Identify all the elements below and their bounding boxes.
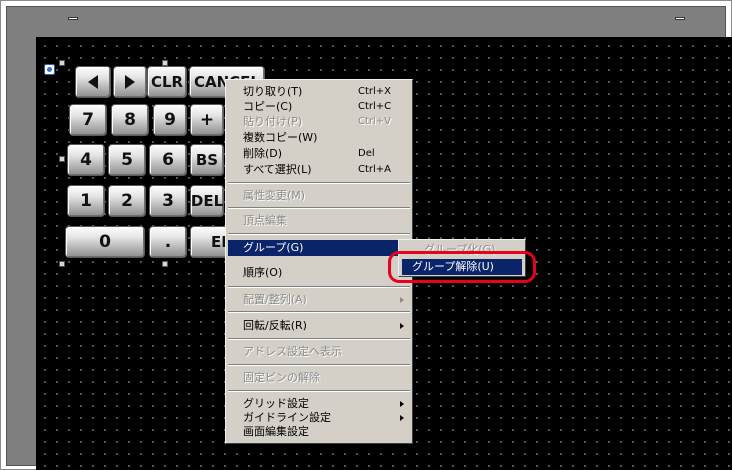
menu-separator xyxy=(228,286,410,288)
keypad-plus-button[interactable]: + xyxy=(190,104,224,136)
menu-item-label: 複数コピー(W) xyxy=(243,131,318,144)
keypad-clr-button[interactable]: CLR xyxy=(147,66,187,98)
menu-item-shortcut: Ctrl+A xyxy=(358,164,392,175)
menu-item-label: グループ(G) xyxy=(243,241,304,254)
keypad-1-button[interactable]: 1 xyxy=(67,185,105,217)
arrow-right-icon xyxy=(125,75,135,89)
menu-item-group[interactable]: グループ(G) xyxy=(228,240,410,256)
menu-item-label: 固定ピンの解除 xyxy=(243,371,320,384)
menu-item-label: 貼り付け(P) xyxy=(243,115,303,128)
menu-item-label: 画面編集設定 xyxy=(243,425,309,438)
menu-item-label: 順序(O) xyxy=(243,266,283,279)
menu-item-label: 配置/整列(A) xyxy=(243,293,307,306)
menu-item-vertex-edit: 頂点編集 xyxy=(228,213,410,229)
keypad-left-arrow-button[interactable] xyxy=(75,66,111,98)
context-menu: 切り取り(T) Ctrl+X コピー(C) Ctrl+C 貼り付け(P) Ctr… xyxy=(225,79,413,444)
keypad-0-button[interactable]: 0 xyxy=(65,226,145,258)
menu-separator xyxy=(228,338,410,340)
submenu-arrow-icon xyxy=(400,401,404,407)
submenu-arrow-icon xyxy=(400,297,404,303)
group-icon xyxy=(44,64,55,75)
callout-highlight xyxy=(388,251,536,283)
menu-item-rotate-flip[interactable]: 回転/反転(R) xyxy=(228,318,410,334)
keypad-dot-button[interactable]: . xyxy=(149,226,187,258)
keypad-6-button[interactable]: 6 xyxy=(149,144,187,176)
selection-handle[interactable] xyxy=(59,156,65,162)
menu-separator xyxy=(228,364,410,366)
menu-item-order[interactable]: 順序(O) xyxy=(228,265,410,281)
keypad-del-button[interactable]: DEL xyxy=(190,185,224,217)
keypad-2-button[interactable]: 2 xyxy=(108,185,146,217)
menu-item-label: コピー(C) xyxy=(243,100,293,113)
menu-item-label: すべて選択(L) xyxy=(243,163,312,176)
menu-item-shortcut: Ctrl+V xyxy=(358,116,392,127)
menu-item-align: 配置/整列(A) xyxy=(228,292,410,308)
submenu-arrow-icon xyxy=(400,415,404,421)
submenu-arrow-icon xyxy=(400,323,404,329)
selection-handle[interactable] xyxy=(59,261,65,267)
keypad-right-arrow-button[interactable] xyxy=(113,66,147,98)
keypad-bs-button[interactable]: BS xyxy=(190,144,224,176)
keypad-8-button[interactable]: 8 xyxy=(111,104,149,136)
keypad-9-button[interactable]: 9 xyxy=(153,104,187,136)
menu-item-screen-edit-settings[interactable]: 画面編集設定 xyxy=(228,424,410,440)
menu-item-label: 頂点編集 xyxy=(243,214,287,227)
menu-item-select-all[interactable]: すべて選択(L) Ctrl+A xyxy=(228,162,410,178)
menu-item-delete[interactable]: 削除(D) Del xyxy=(228,146,410,162)
ruler-marker-left xyxy=(68,17,78,20)
arrow-left-icon xyxy=(88,75,98,89)
menu-item-shortcut: Ctrl+C xyxy=(358,101,392,112)
selection-handle[interactable] xyxy=(59,60,65,66)
menu-item-shortcut: Del xyxy=(358,148,375,159)
menu-separator xyxy=(228,390,410,392)
menu-item-copy[interactable]: コピー(C) Ctrl+C xyxy=(228,99,410,115)
selection-handle[interactable] xyxy=(162,261,168,267)
keypad-5-button[interactable]: 5 xyxy=(108,144,146,176)
editor-window: CLR CANCEL 7 8 9 + 4 5 6 BS 1 2 3 DEL 0 … xyxy=(0,0,732,470)
menu-item-shortcut: Ctrl+X xyxy=(358,86,392,97)
ruler-marker-right xyxy=(675,17,685,20)
menu-item-unpin: 固定ピンの解除 xyxy=(228,370,410,386)
menu-item-label: 回転/反転(R) xyxy=(243,319,307,332)
menu-item-label: 削除(D) xyxy=(243,147,283,160)
menu-separator xyxy=(228,182,410,184)
menu-item-show-address: アドレス設定へ表示 xyxy=(228,344,410,360)
menu-item-label: 切り取り(T) xyxy=(243,85,303,98)
menu-separator xyxy=(228,233,410,235)
menu-separator xyxy=(228,311,410,313)
keypad-4-button[interactable]: 4 xyxy=(67,144,105,176)
selection-handle[interactable] xyxy=(162,60,168,66)
keypad-3-button[interactable]: 3 xyxy=(149,185,187,217)
menu-item-multi-copy[interactable]: 複数コピー(W) xyxy=(228,130,410,146)
menu-item-cut[interactable]: 切り取り(T) Ctrl+X xyxy=(228,84,410,100)
menu-separator xyxy=(228,207,410,209)
menu-item-label: アドレス設定へ表示 xyxy=(243,345,342,358)
menu-item-paste: 貼り付け(P) Ctrl+V xyxy=(228,114,410,130)
menu-item-label: 属性変更(M) xyxy=(243,189,306,202)
menu-item-change-attributes: 属性変更(M) xyxy=(228,188,410,204)
keypad-7-button[interactable]: 7 xyxy=(69,104,107,136)
